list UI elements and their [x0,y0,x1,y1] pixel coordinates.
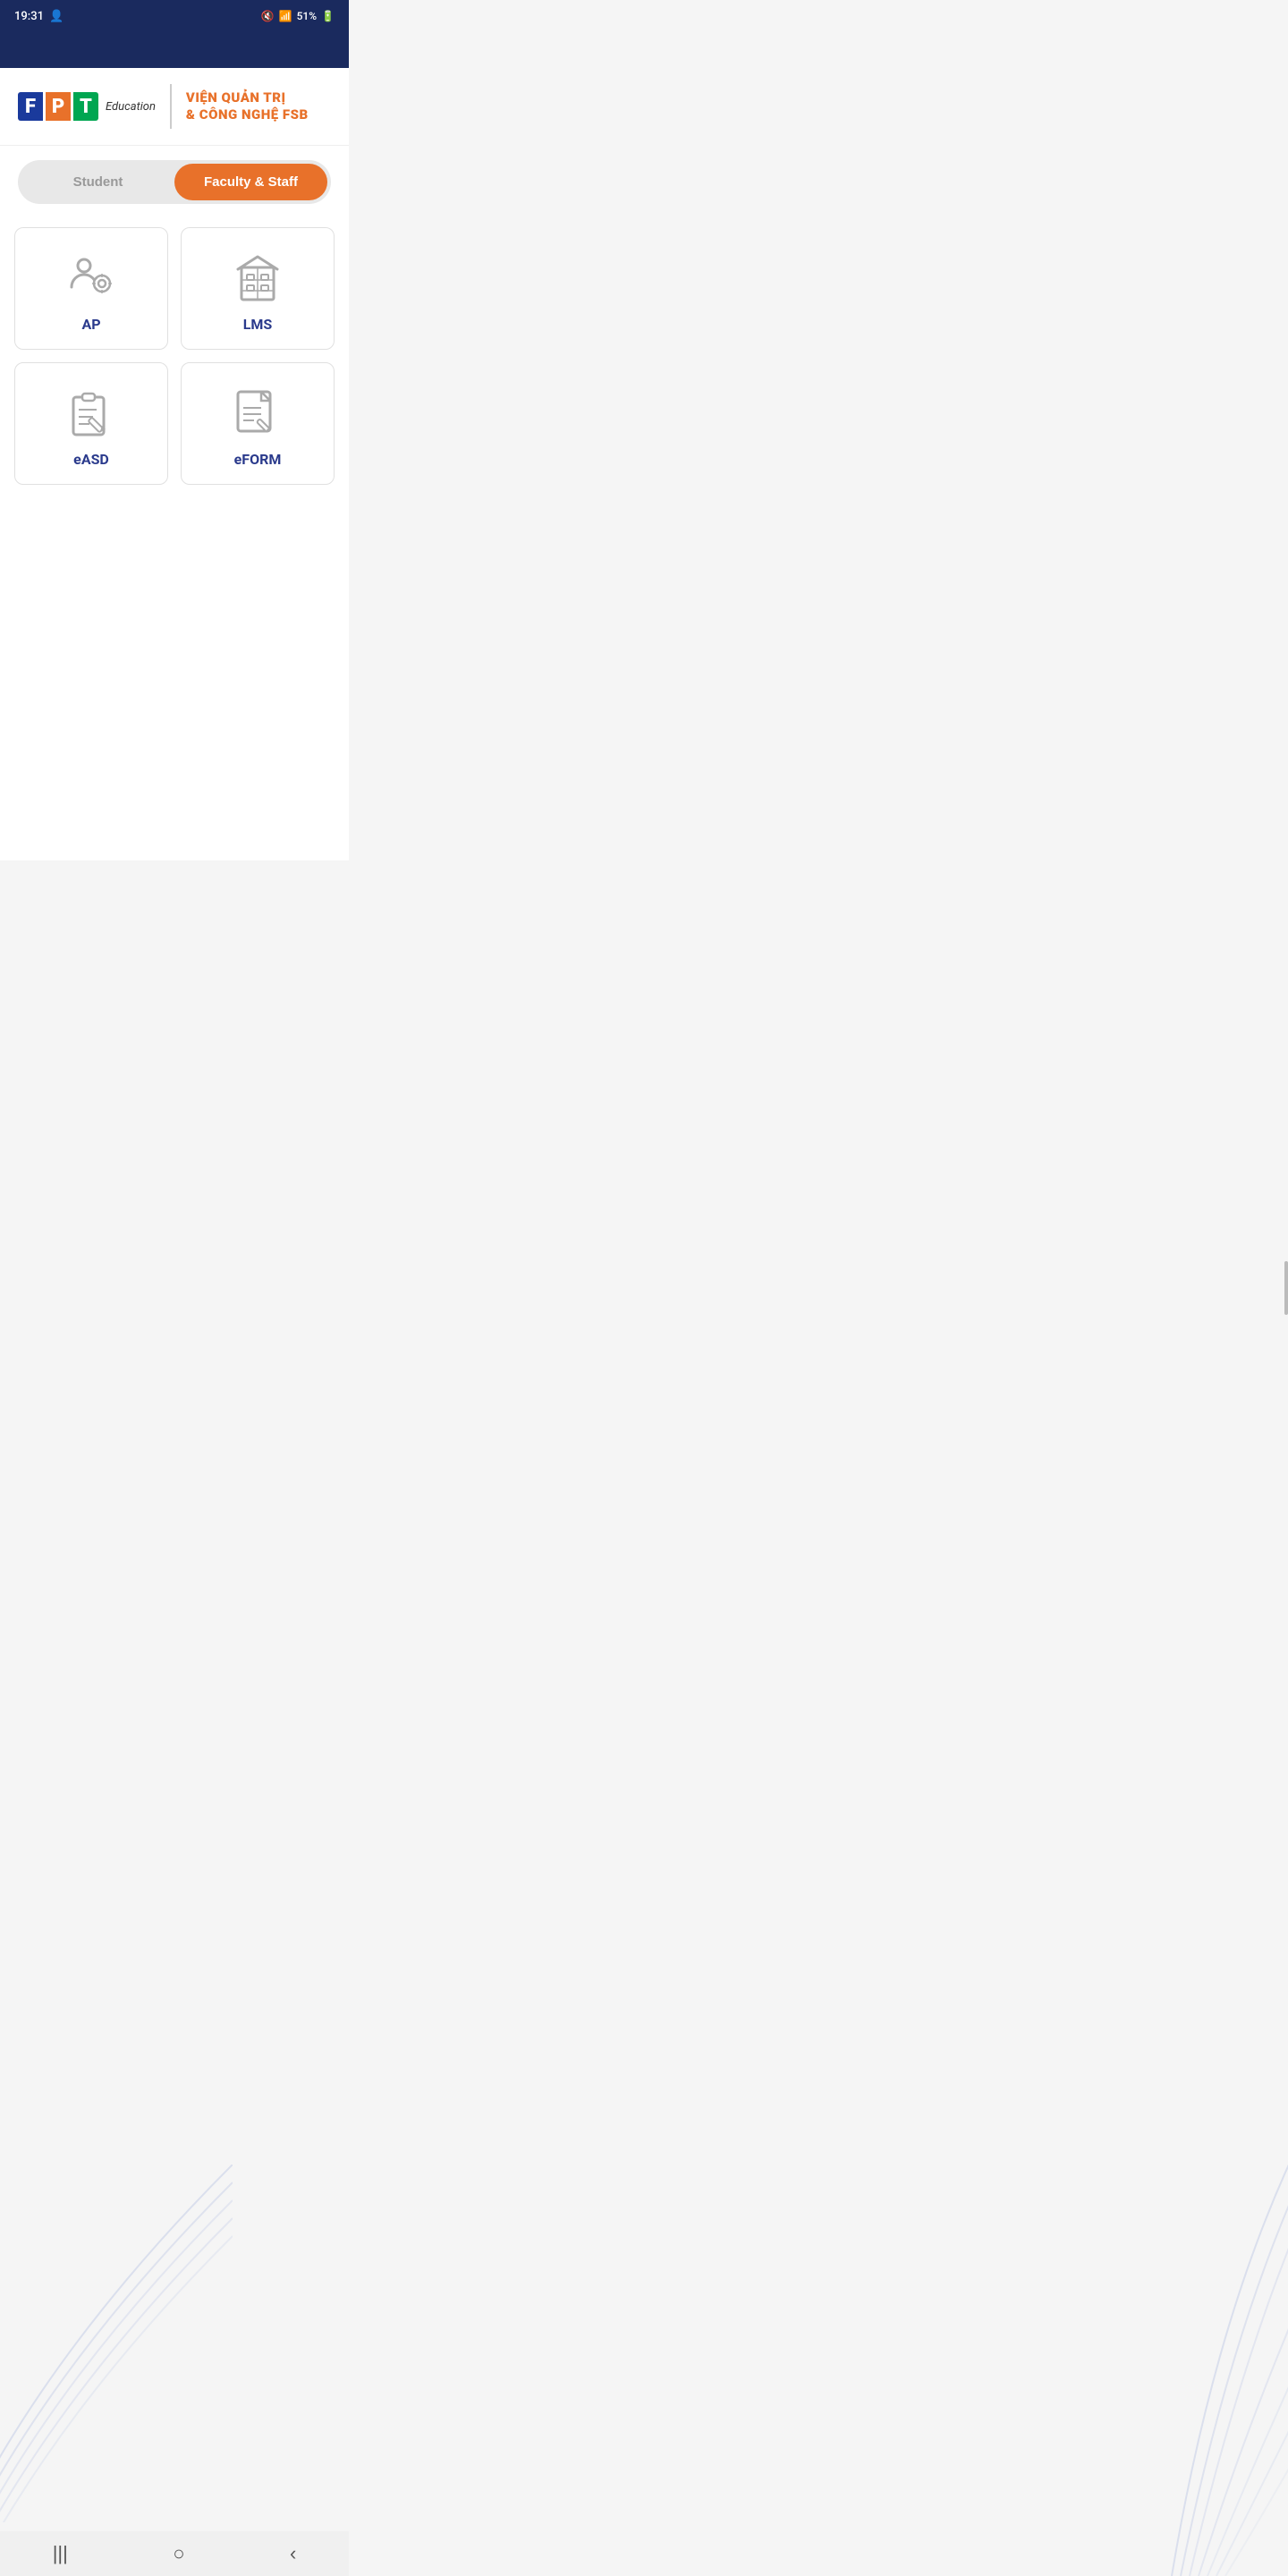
nav-back-button[interactable]: ‹ [272,2533,314,2574]
tab-container: Student Faculty & Staff [18,160,331,204]
logo-divider [170,84,172,129]
eform-card[interactable]: eFORM [181,362,335,485]
wifi-icon: 📶 [279,10,292,22]
content-area [0,503,349,860]
status-time: 19:31 👤 [14,10,64,23]
fpt-f-letter: F [18,92,43,121]
eform-label: eFORM [234,451,282,468]
ap-label: AP [81,316,100,333]
scroll-indicator [1284,1261,1288,1315]
bg-curves-left [0,2165,233,2522]
fpt-logo-box: F P T [18,92,98,121]
easd-card[interactable]: eASD [14,362,168,485]
clipboard-pen-icon [63,385,120,442]
easd-label: eASD [73,451,109,468]
fpt-edu-label: Education [106,100,156,114]
lms-label: LMS [243,316,273,333]
bg-curves-right [1038,2129,1288,2576]
fpt-t-letter: T [73,92,98,121]
battery-display: 51% [297,10,317,22]
fpt-logo: F P T Education [18,92,156,121]
people-gear-icon [63,250,120,307]
battery-icon: 🔋 [321,10,335,22]
faculty-staff-tab[interactable]: Faculty & Staff [174,164,327,200]
app-grid: AP LMS [0,218,349,503]
status-icons: 🔇 📶 51% 🔋 [261,10,335,22]
user-icon: 👤 [49,10,64,23]
lms-card[interactable]: LMS [181,227,335,350]
tab-switcher: Student Faculty & Staff [0,146,349,218]
building-icon [229,250,286,307]
nav-bar: ||| ○ ‹ [0,2531,349,2576]
student-tab[interactable]: Student [21,164,174,200]
nav-menu-button[interactable]: ||| [35,2533,86,2574]
logo-area: F P T Education VIỆN QUẢN TRỊ& CÔNG NGHỆ… [0,68,349,146]
ap-card[interactable]: AP [14,227,168,350]
nav-home-button[interactable]: ○ [155,2533,202,2574]
time-display: 19:31 [14,10,44,23]
document-pen-icon [229,385,286,442]
status-bar: 19:31 👤 🔇 📶 51% 🔋 [0,0,349,32]
institute-name: VIỆN QUẢN TRỊ& CÔNG NGHỆ FSB [186,89,309,123]
mute-icon: 🔇 [261,10,275,22]
fpt-p-letter: P [46,92,71,121]
header-band [0,32,349,68]
